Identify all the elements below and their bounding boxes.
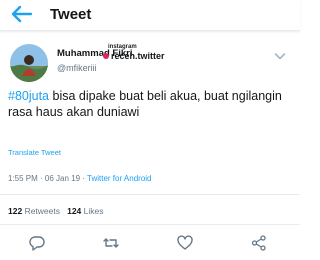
tweet-text: #80juta bisa dipake buat beli akua, buat… bbox=[8, 88, 294, 120]
share-icon bbox=[251, 235, 266, 251]
page-title: Tweet bbox=[50, 6, 92, 23]
watermark-top-label: instagram bbox=[108, 44, 137, 50]
retweet-button[interactable] bbox=[102, 234, 120, 252]
hashtag-link[interactable]: #80juta bbox=[8, 89, 49, 103]
watermark-handle-text: receh.twitter bbox=[111, 51, 165, 61]
divider bbox=[0, 224, 300, 225]
likes-count[interactable]: 124 bbox=[67, 206, 81, 216]
meta-separator: · bbox=[37, 174, 45, 183]
like-icon bbox=[177, 235, 193, 250]
divider bbox=[0, 194, 300, 195]
watermark-handle: receh.twitter bbox=[103, 51, 165, 61]
retweet-icon bbox=[103, 238, 119, 248]
tweet-date: 06 Jan 19 bbox=[44, 174, 81, 183]
retweets-count[interactable]: 122 bbox=[8, 206, 22, 216]
author-username[interactable]: @mfikeriii bbox=[57, 63, 97, 73]
back-arrow-icon[interactable] bbox=[9, 4, 33, 24]
tweet-source-link[interactable]: Twitter for Android bbox=[87, 174, 151, 183]
watermark-dot-icon bbox=[103, 53, 109, 59]
retweets-label[interactable]: Retweets bbox=[25, 206, 60, 216]
translate-tweet-link[interactable]: Translate Tweet bbox=[8, 148, 61, 157]
reply-icon bbox=[29, 236, 45, 251]
chevron-down-icon[interactable] bbox=[274, 48, 286, 60]
avatar[interactable] bbox=[10, 44, 48, 82]
tweet-time: 1:55 PM bbox=[8, 174, 38, 183]
likes-label[interactable]: Likes bbox=[84, 206, 104, 216]
top-bar: Tweet bbox=[0, 0, 300, 31]
meta-separator-2: · bbox=[80, 174, 88, 183]
reply-button[interactable] bbox=[28, 234, 46, 252]
tweet-stats: 122 Retweets 124 Likes bbox=[8, 206, 104, 216]
tweet-timestamp: 1:55 PM · 06 Jan 19 · Twitter for Androi… bbox=[8, 174, 152, 183]
tweet-body: bisa dipake buat beli akua, buat ngilang… bbox=[8, 89, 282, 119]
like-button[interactable] bbox=[176, 234, 194, 252]
share-button[interactable] bbox=[250, 234, 268, 252]
